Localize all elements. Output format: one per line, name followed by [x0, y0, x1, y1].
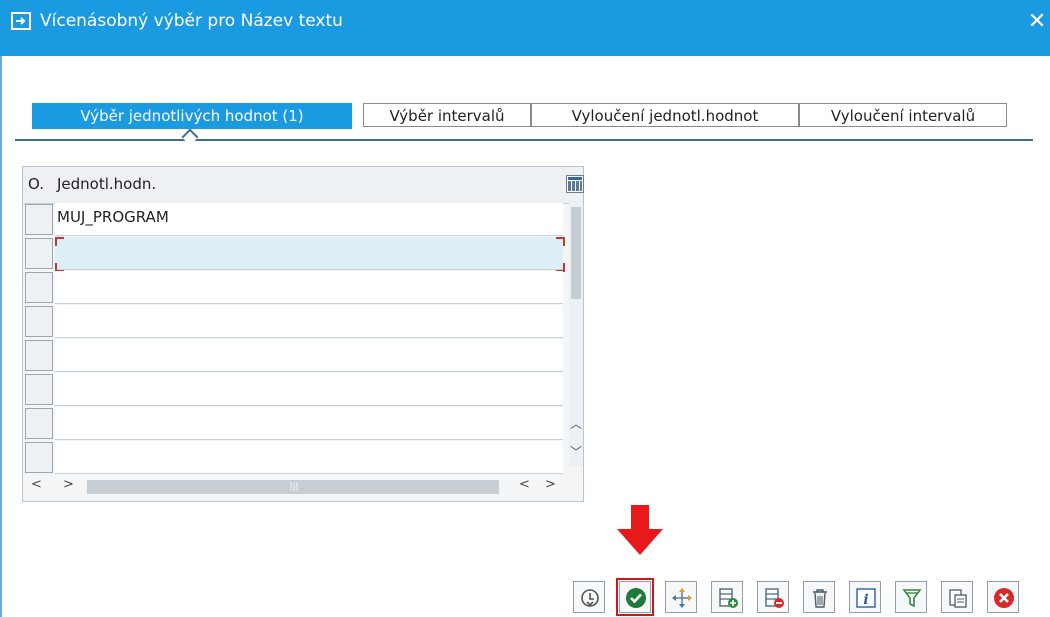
- focus-marker: [556, 237, 565, 246]
- table-row: [23, 237, 569, 272]
- delete-row-button[interactable]: [757, 581, 789, 613]
- cancel-button[interactable]: [987, 581, 1019, 613]
- value-cell[interactable]: [55, 237, 563, 270]
- table-row: [23, 271, 569, 305]
- value-cell[interactable]: [55, 339, 563, 372]
- value-cell[interactable]: [55, 373, 563, 406]
- focus-marker: [55, 237, 64, 246]
- history-button[interactable]: [573, 581, 605, 613]
- values-table: O. Jednotl.hodn. MUJ_PROGRAM ︿ ﹀ < > |||…: [22, 166, 584, 502]
- column-option-header: O.: [28, 175, 44, 193]
- close-icon[interactable]: ✕: [1026, 11, 1048, 33]
- value-cell[interactable]: [55, 441, 563, 474]
- value-cell[interactable]: [55, 271, 563, 304]
- row-selector[interactable]: [25, 238, 53, 269]
- row-selector[interactable]: [25, 204, 53, 235]
- check-circle-icon: [626, 588, 646, 608]
- paste-icon: [949, 589, 967, 608]
- tab-exclude-values[interactable]: Vyloučení jednotl.hodnot: [531, 103, 799, 127]
- info-button[interactable]: i: [849, 581, 881, 613]
- row-selector[interactable]: [25, 374, 53, 405]
- row-selector[interactable]: [25, 340, 53, 371]
- scroll-grip-icon: |||: [289, 482, 299, 492]
- table-row: [23, 339, 569, 373]
- table-row: [23, 373, 569, 407]
- tab-ranges[interactable]: Výběr intervalů: [363, 103, 531, 127]
- clock-arrow-icon: [581, 589, 599, 607]
- row-selector[interactable]: [25, 306, 53, 337]
- row-selector[interactable]: [25, 272, 53, 303]
- scroll-up-icon[interactable]: ︿: [569, 415, 583, 432]
- scroll-down-icon[interactable]: ﹀: [569, 443, 583, 460]
- row-selector[interactable]: [25, 408, 53, 439]
- vertical-scroll-thumb[interactable]: [571, 207, 581, 299]
- svg-text:i: i: [863, 592, 868, 608]
- value-cell[interactable]: [55, 305, 563, 338]
- window-border: [0, 56, 2, 617]
- filter-icon: [902, 589, 922, 608]
- table-settings-icon[interactable]: [566, 175, 584, 193]
- table-row: [23, 407, 569, 441]
- move-button[interactable]: [665, 581, 697, 613]
- scroll-right-end-icon[interactable]: >: [545, 477, 556, 492]
- table-row: [23, 441, 569, 475]
- cancel-icon: [994, 588, 1014, 608]
- table-header: O. Jednotl.hodn.: [23, 167, 584, 204]
- tab-exclude-ranges[interactable]: Vyloučení intervalů: [799, 103, 1007, 127]
- info-icon: i: [856, 588, 876, 608]
- row-selector[interactable]: [25, 442, 53, 473]
- delete-row-icon: [765, 588, 784, 608]
- title-bar: Vícenásobný výběr pro Název textu ✕: [0, 0, 1050, 56]
- column-value-header: Jednotl.hodn.: [57, 175, 157, 193]
- value-cell[interactable]: [55, 407, 563, 440]
- move-icon: [672, 588, 692, 608]
- window-title: Vícenásobný výběr pro Název textu: [40, 11, 343, 31]
- active-tab-pointer: [181, 128, 199, 146]
- value-cell[interactable]: MUJ_PROGRAM: [55, 203, 563, 236]
- horizontal-scroll-thumb[interactable]: |||: [87, 480, 499, 494]
- delete-all-button[interactable]: [803, 581, 835, 613]
- paste-button[interactable]: [941, 581, 973, 613]
- scroll-left-end-icon[interactable]: <: [519, 477, 530, 492]
- down-arrow-indicator-icon: [617, 505, 663, 555]
- confirm-button[interactable]: [616, 578, 654, 616]
- vertical-scrollbar[interactable]: ︿ ﹀: [569, 203, 583, 466]
- horizontal-scrollbar[interactable]: < > ||| < >: [23, 471, 583, 499]
- insert-row-icon: [719, 588, 738, 608]
- window-icon: [11, 12, 31, 30]
- insert-row-button[interactable]: [711, 581, 743, 613]
- scroll-right-icon[interactable]: >: [63, 477, 74, 492]
- tab-single-values[interactable]: Výběr jednotlivých hodnot (1): [32, 103, 352, 129]
- table-row: [23, 305, 569, 339]
- scroll-left-icon[interactable]: <: [31, 477, 42, 492]
- table-row: MUJ_PROGRAM: [23, 203, 569, 237]
- trash-icon: [813, 589, 827, 608]
- tab-divider: [15, 139, 1033, 141]
- filter-button[interactable]: [895, 581, 927, 613]
